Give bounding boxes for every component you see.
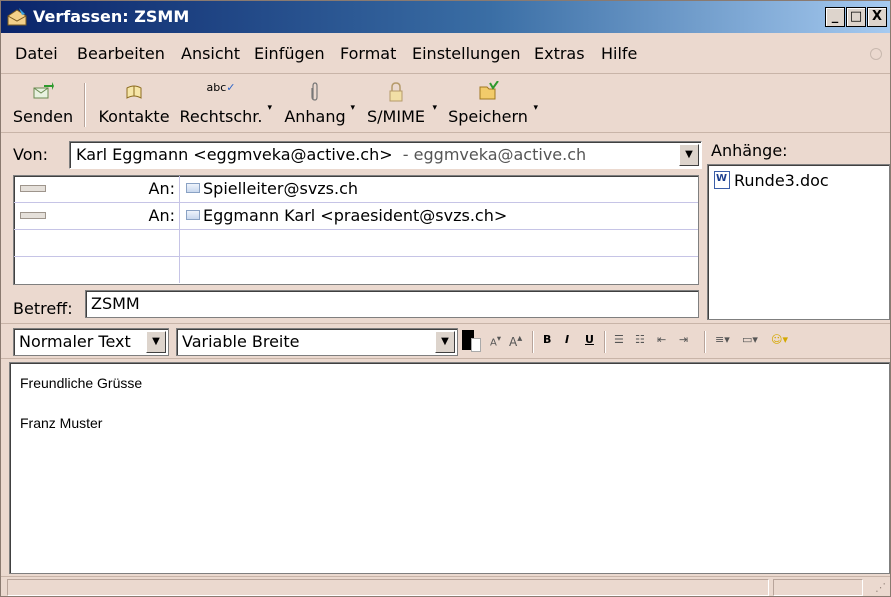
menu-ansicht[interactable]: Ansicht xyxy=(181,44,240,63)
bold-icon[interactable]: B xyxy=(543,333,551,346)
subject-input[interactable]: ZSMM xyxy=(85,290,699,318)
save-dropdown-icon[interactable]: ▾ xyxy=(533,103,538,113)
outdent-icon[interactable]: ⇤ xyxy=(657,333,666,346)
minimize-button[interactable]: _ xyxy=(825,7,845,27)
from-account: - eggmveka@active.ch xyxy=(402,145,587,164)
recipient-row[interactable]: An: Eggmann Karl <praesident@svzs.ch> xyxy=(14,203,698,230)
menu-bar: Datei Bearbeiten Ansicht Einfügen Format… xyxy=(1,34,890,74)
menu-extras[interactable]: Extras xyxy=(534,44,585,63)
save-icon xyxy=(479,81,499,100)
resize-grip-icon[interactable]: ⋰ xyxy=(875,581,886,594)
compose-app-icon xyxy=(7,8,27,26)
recipient-address[interactable]: Spielleiter@svzs.ch xyxy=(186,179,358,198)
recipient-row-empty[interactable] xyxy=(14,230,698,257)
title-bar[interactable]: Verfassen: ZSMM _ □ X xyxy=(1,1,890,33)
smiley-icon[interactable]: ☺▾ xyxy=(771,333,788,346)
recipient-address[interactable]: Eggmann Karl <praesident@svzs.ch> xyxy=(186,206,507,225)
indent-icon[interactable]: ⇥ xyxy=(679,333,688,346)
spellcheck-button[interactable]: abc✓ Rechtschr. ▾ xyxy=(178,81,272,129)
font-smaller-icon[interactable]: A▾ xyxy=(490,333,501,348)
status-text-cell xyxy=(7,579,769,596)
paperclip-icon xyxy=(311,82,318,101)
body-line: Franz Muster xyxy=(20,415,103,431)
recipient-type-handle-icon xyxy=(20,185,46,192)
menu-format[interactable]: Format xyxy=(340,44,396,63)
contacts-button[interactable]: Kontakte xyxy=(93,81,175,129)
message-body-editor[interactable]: Freundliche Grüsse Franz Muster xyxy=(9,362,890,574)
recipient-type-select[interactable]: An: xyxy=(14,176,180,202)
body-line: Freundliche Grüsse xyxy=(20,375,143,391)
menu-einfuegen[interactable]: Einfügen xyxy=(254,44,325,63)
background-color-button[interactable] xyxy=(471,338,481,352)
send-button[interactable]: Senden xyxy=(11,81,75,129)
recipient-type-empty[interactable] xyxy=(14,257,180,283)
paragraph-style-dropdown-icon[interactable]: ▼ xyxy=(146,331,166,353)
format-separator xyxy=(532,331,534,353)
smime-button[interactable]: S/MIME ▾ xyxy=(363,81,437,129)
status-bar: ⋰ xyxy=(1,576,890,597)
italic-icon[interactable]: I xyxy=(565,333,569,346)
lock-icon xyxy=(389,82,403,102)
font-select[interactable]: Variable Breite ▼ xyxy=(176,328,458,356)
bullet-list-icon[interactable]: ☰ xyxy=(614,333,624,346)
from-label: Von: xyxy=(13,145,49,164)
insert-image-icon[interactable]: ▭▾ xyxy=(742,333,758,346)
font-larger-icon[interactable]: A▴ xyxy=(509,333,522,349)
attachments-list[interactable]: Runde3.doc xyxy=(707,164,890,320)
address-header: Von: Karl Eggmann <eggmveka@active.ch> -… xyxy=(9,139,702,319)
attachments-label: Anhänge: xyxy=(711,141,788,160)
smime-dropdown-icon[interactable]: ▾ xyxy=(432,103,437,113)
spellcheck-dropdown-icon[interactable]: ▾ xyxy=(267,103,272,113)
numbered-list-icon[interactable]: ☷ xyxy=(635,333,645,346)
align-icon[interactable]: ≡▾ xyxy=(715,333,730,346)
status-progress-cell xyxy=(773,579,863,596)
recipient-type-empty[interactable] xyxy=(14,230,180,256)
close-button[interactable]: X xyxy=(867,7,887,27)
throbber-icon xyxy=(870,48,882,60)
window-title: Verfassen: ZSMM xyxy=(33,7,190,26)
from-identity: Karl Eggmann <eggmveka@active.ch> xyxy=(76,145,393,164)
menu-bearbeiten[interactable]: Bearbeiten xyxy=(77,44,165,63)
maximize-button[interactable]: □ xyxy=(846,7,866,27)
toolbar-separator xyxy=(84,83,86,127)
compose-window: Verfassen: ZSMM _ □ X Datei Bearbeiten A… xyxy=(0,0,891,597)
format-separator xyxy=(704,331,706,353)
font-dropdown-icon[interactable]: ▼ xyxy=(435,331,455,353)
contact-card-icon xyxy=(186,183,200,193)
from-dropdown-icon[interactable]: ▼ xyxy=(679,144,699,166)
contact-card-icon xyxy=(186,210,200,220)
word-document-icon xyxy=(714,171,730,189)
menu-datei[interactable]: Datei xyxy=(15,44,58,63)
attachment-item[interactable]: Runde3.doc xyxy=(714,171,829,190)
recipient-row[interactable]: An: Spielleiter@svzs.ch xyxy=(14,176,698,203)
save-button[interactable]: Speichern ▾ xyxy=(446,81,538,129)
send-icon xyxy=(33,82,54,99)
subject-label: Betreff: xyxy=(13,299,73,318)
menu-einstellungen[interactable]: Einstellungen xyxy=(412,44,520,63)
from-select[interactable]: Karl Eggmann <eggmveka@active.ch> - eggm… xyxy=(69,141,702,169)
main-toolbar: Senden Kontakte abc✓ Rechtschr. ▾ Anhang… xyxy=(1,75,890,133)
recipients-list[interactable]: An: Spielleiter@svzs.ch An: Eggmann Karl… xyxy=(13,175,699,285)
format-toolbar: Normaler Text ▼ Variable Breite ▼ A▾ A▴ … xyxy=(1,323,890,359)
recipient-type-handle-icon xyxy=(20,212,46,219)
recipient-type-select[interactable]: An: xyxy=(14,203,180,229)
recipient-row-empty[interactable] xyxy=(14,257,698,284)
attach-dropdown-icon[interactable]: ▾ xyxy=(350,103,355,113)
address-book-icon xyxy=(126,85,142,99)
format-separator xyxy=(604,331,606,353)
attach-button[interactable]: Anhang ▾ xyxy=(283,81,355,129)
underline-icon[interactable]: U xyxy=(585,333,594,346)
menu-hilfe[interactable]: Hilfe xyxy=(601,44,637,63)
spellcheck-icon: abc✓ xyxy=(206,81,236,94)
paragraph-style-select[interactable]: Normaler Text ▼ xyxy=(13,328,169,356)
